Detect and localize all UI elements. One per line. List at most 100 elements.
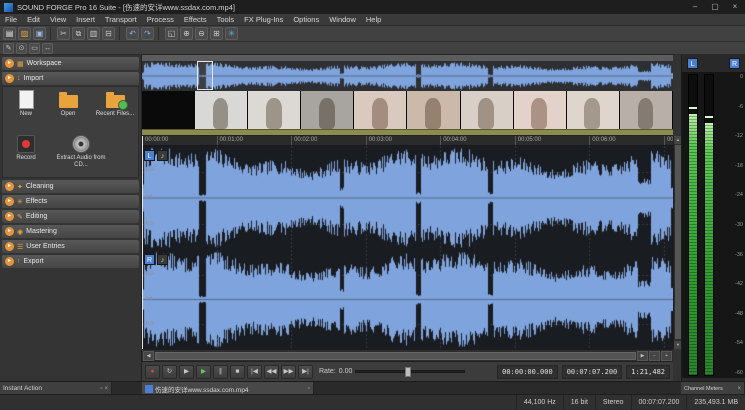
app-icon	[4, 3, 13, 12]
menu-item[interactable]: Options	[288, 15, 324, 24]
import-recent-files-button[interactable]: Recent Files...	[91, 90, 139, 118]
sidebar-section-cleaning[interactable]: ▸ ✦ Cleaning	[2, 180, 139, 193]
play-button[interactable]: ▶	[196, 365, 211, 379]
import-extract-cd-button[interactable]: Extract Audio from CD...	[49, 135, 113, 169]
video-thumbnail[interactable]	[407, 91, 460, 129]
sidebar-section-effects[interactable]: ▸ ✳ Effects	[2, 195, 139, 208]
expand-arrow-icon: ▸	[5, 242, 14, 251]
playback-cursor[interactable]	[142, 136, 143, 349]
left-channel-badge[interactable]: L	[144, 150, 155, 161]
new-file-icon[interactable]: ▤	[3, 27, 16, 40]
rate-value: 0.00	[339, 368, 353, 375]
close-panel-icon[interactable]: ×	[737, 386, 741, 392]
stop-button[interactable]: ■	[230, 365, 245, 379]
scroll-thumb[interactable]	[155, 352, 636, 360]
zoom-out-icon[interactable]: ⊖	[195, 27, 208, 40]
minimize-button[interactable]: –	[685, 0, 705, 14]
pan-tool-icon[interactable]: ↔	[42, 43, 53, 54]
menu-item[interactable]: Edit	[22, 15, 45, 24]
meter-scale-label: -18	[719, 163, 743, 169]
menu-item[interactable]: Window	[324, 15, 361, 24]
magnify-tool-icon[interactable]: ⊙	[16, 43, 27, 54]
video-thumbnail[interactable]	[620, 91, 673, 129]
meter-right-label[interactable]: R	[729, 58, 740, 69]
timeline-ruler[interactable]: 00:00:0000:01:0000:02:0000:03:0000:04:00…	[142, 136, 673, 146]
sidebar-section-mastering[interactable]: ▸ ◉ Mastering	[2, 225, 139, 238]
envelope-tool-icon[interactable]: ▭	[29, 43, 40, 54]
trim-icon[interactable]: ⊟	[102, 27, 115, 40]
sidebar-section-import[interactable]: ▸ ↓ Import	[2, 72, 139, 85]
save-icon[interactable]: ▣	[33, 27, 46, 40]
video-thumbnail[interactable]	[195, 91, 248, 129]
undock-icon[interactable]: ▫	[100, 386, 102, 392]
video-thumbnail[interactable]	[567, 91, 620, 129]
video-thumbnail[interactable]	[514, 91, 567, 129]
undock-icon[interactable]: ▫	[308, 386, 310, 392]
waveform-left-channel[interactable]	[142, 146, 673, 250]
loop-region-bar[interactable]	[142, 129, 673, 136]
time-current-display[interactable]: 00:00:00.000	[497, 365, 558, 379]
redo-icon[interactable]: ↷	[141, 27, 154, 40]
left-channel-speaker-icon[interactable]: ♪	[157, 150, 168, 161]
sidebar-section-editing[interactable]: ▸ ✎ Editing	[2, 210, 139, 223]
auto-ripple-icon[interactable]: ✳	[225, 27, 238, 40]
rate-slider-thumb[interactable]	[405, 367, 411, 377]
menu-item[interactable]: Process	[142, 15, 179, 24]
video-thumbnail[interactable]	[248, 91, 301, 129]
import-open-button[interactable]: Open	[49, 90, 87, 118]
zoom-in-icon[interactable]: ⊕	[180, 27, 193, 40]
open-file-icon[interactable]: ▨	[18, 27, 31, 40]
paste-icon[interactable]: ▥	[87, 27, 100, 40]
pause-button[interactable]: ∥	[213, 365, 228, 379]
video-thumbnail[interactable]	[354, 91, 407, 129]
zoom-out-button[interactable]: −	[649, 351, 660, 361]
record-button[interactable]: ●	[145, 365, 160, 379]
ruler-time-label: 00:00:00	[142, 136, 217, 145]
video-thumbnail[interactable]	[301, 91, 354, 129]
menu-item[interactable]: Help	[361, 15, 386, 24]
toolbar-separator	[119, 27, 122, 40]
import-record-button[interactable]: Record	[7, 135, 45, 162]
menu-item[interactable]: View	[45, 15, 71, 24]
scroll-track[interactable]	[155, 352, 636, 360]
rate-slider[interactable]	[355, 370, 465, 373]
import-new-button[interactable]: New	[7, 90, 45, 118]
rewind-button[interactable]: ◀◀	[264, 365, 279, 379]
overview-position-marker[interactable]	[197, 61, 213, 90]
sidebar-section-user-entries[interactable]: ▸ ☰ User Entries	[2, 240, 139, 253]
overview-waveform[interactable]	[142, 61, 673, 91]
undo-icon[interactable]: ↶	[126, 27, 139, 40]
menu-item[interactable]: File	[0, 15, 22, 24]
close-button[interactable]: ×	[725, 0, 745, 14]
meter-body[interactable]: 0-6-12-18-24-30-36-42-48-54-60	[682, 72, 745, 378]
meter-left-label[interactable]: L	[687, 58, 698, 69]
right-channel-speaker-icon[interactable]: ♪	[157, 254, 168, 265]
sidebar-section-export[interactable]: ▸ ↑ Export	[2, 255, 139, 268]
zoom-selection-icon[interactable]: ◱	[165, 27, 178, 40]
close-panel-icon[interactable]: ×	[104, 386, 108, 392]
waveform-right-channel[interactable]	[142, 250, 673, 349]
menu-item[interactable]: Insert	[71, 15, 100, 24]
right-channel-badge[interactable]: R	[144, 254, 155, 265]
forward-button[interactable]: ▶▶	[281, 365, 296, 379]
play-all-button[interactable]: ▶	[179, 365, 194, 379]
loop-playback-button[interactable]: ↻	[162, 365, 177, 379]
zoom-in-button[interactable]: +	[661, 351, 672, 361]
import-item-label: Extract Audio from CD...	[49, 155, 113, 169]
menu-item[interactable]: Transport	[100, 15, 142, 24]
snap-icon[interactable]: ⊞	[210, 27, 223, 40]
go-to-end-button[interactable]: ▶|	[298, 365, 313, 379]
edit-tool-icon[interactable]: ✎	[3, 43, 14, 54]
menu-item[interactable]: Effects	[179, 15, 212, 24]
go-to-start-button[interactable]: |◀	[247, 365, 262, 379]
video-thumbnail[interactable]	[142, 91, 195, 129]
sidebar-section-workspace[interactable]: ▸ ▦ Workspace	[2, 57, 139, 70]
video-thumbnail[interactable]	[461, 91, 514, 129]
menu-item[interactable]: Tools	[212, 15, 240, 24]
scroll-left-button[interactable]: ◀	[143, 351, 154, 361]
menu-item[interactable]: FX Plug-Ins	[239, 15, 288, 24]
cut-icon[interactable]: ✂	[57, 27, 70, 40]
maximize-button[interactable]: ▢	[705, 0, 725, 14]
scroll-right-button[interactable]: ▶	[637, 351, 648, 361]
copy-icon[interactable]: ⧉	[72, 27, 85, 40]
